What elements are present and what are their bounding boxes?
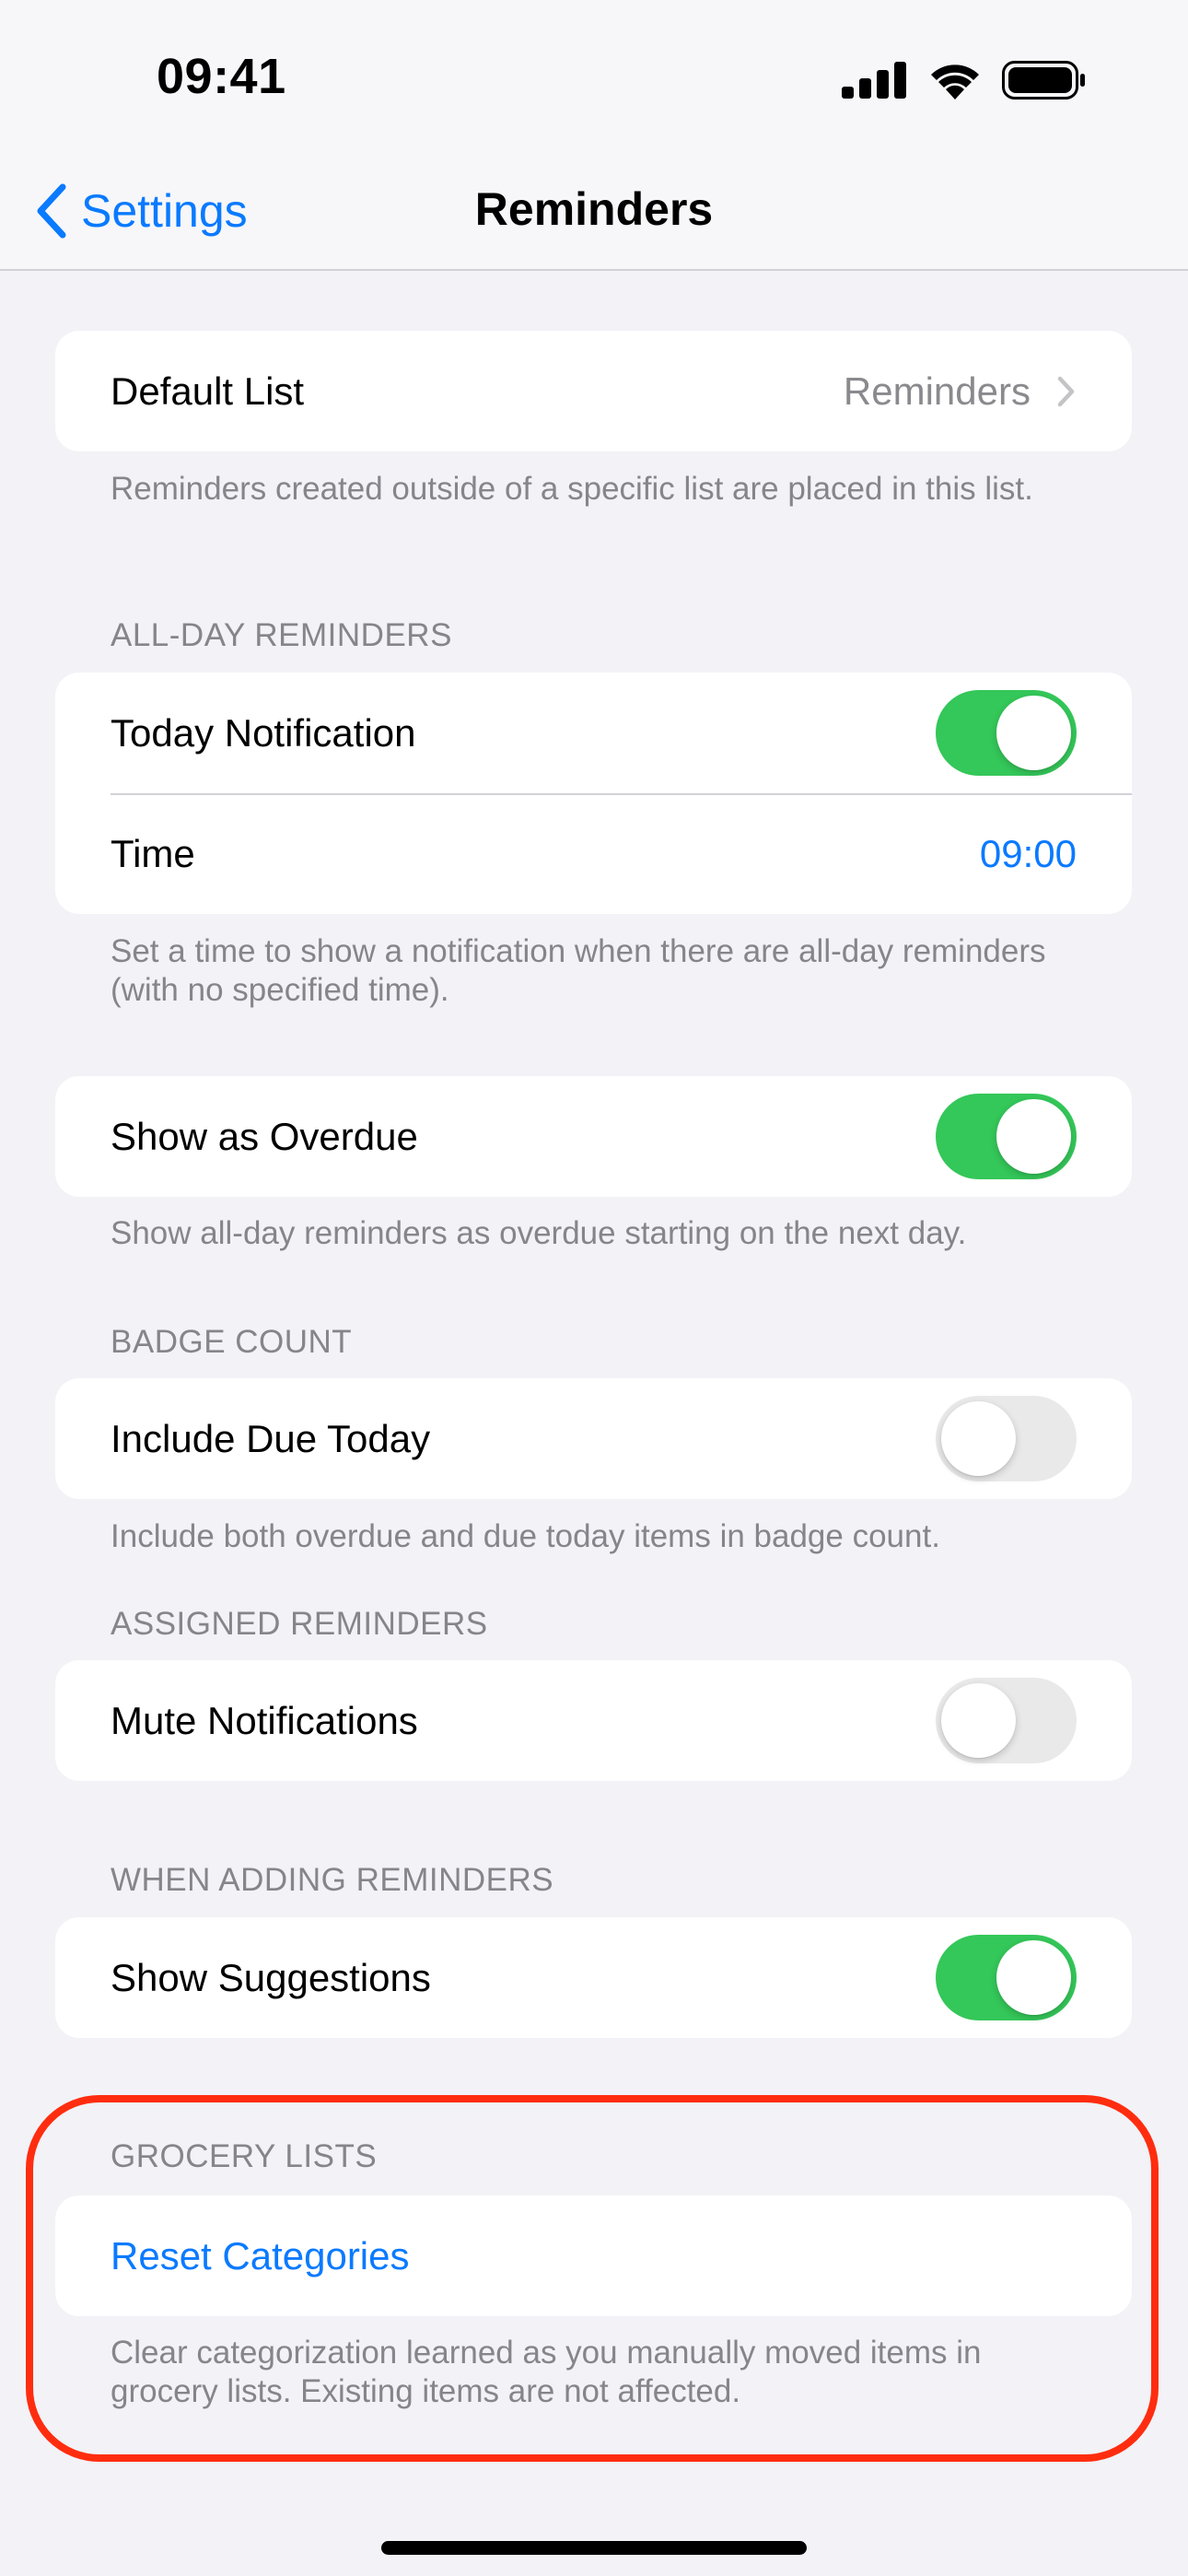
default-list-group: Default List Reminders (55, 331, 1132, 451)
show-suggestions-toggle[interactable] (936, 1935, 1077, 2020)
show-suggestions-label: Show Suggestions (111, 1955, 431, 1999)
home-indicator[interactable] (381, 2541, 807, 2555)
toggle-knob (996, 1099, 1071, 1174)
show-as-overdue-label: Show as Overdue (111, 1114, 418, 1158)
grocery-lists-header: GROCERY LISTS (111, 2138, 378, 2174)
assigned-reminders-group: Mute Notifications (55, 1660, 1132, 1781)
all-day-reminders-group: Today Notification Time 09:00 (55, 673, 1132, 914)
toggle-knob (941, 1683, 1016, 1758)
when-adding-reminders-group: Show Suggestions (55, 1917, 1132, 2038)
show-suggestions-row: Show Suggestions (55, 1917, 1132, 2038)
overdue-group: Show as Overdue (55, 1076, 1132, 1197)
status-bar: 09:41 (0, 0, 1188, 157)
all-day-reminders-footer: Set a time to show a notification when t… (111, 933, 1046, 1008)
today-notification-label: Today Notification (111, 710, 416, 755)
page-title: Reminders (474, 183, 714, 235)
reset-categories-row[interactable]: Reset Categories (55, 2195, 1132, 2316)
reset-categories-button[interactable]: Reset Categories (111, 2234, 1077, 2278)
show-as-overdue-row: Show as Overdue (55, 1076, 1132, 1197)
mute-notifications-label: Mute Notifications (111, 1698, 418, 1742)
include-due-today-row: Include Due Today (55, 1378, 1132, 1499)
when-adding-reminders-header: WHEN ADDING REMINDERS (111, 1862, 554, 1898)
chevron-right-icon (1056, 375, 1077, 408)
assigned-reminders-header: ASSIGNED REMINDERS (111, 1606, 488, 1642)
badge-count-footer: Include both overdue and due today items… (111, 1518, 940, 1554)
include-due-today-label: Include Due Today (111, 1416, 431, 1460)
mute-notifications-row: Mute Notifications (55, 1660, 1132, 1781)
default-list-footer: Reminders created outside of a specific … (111, 471, 1033, 507)
battery-icon (1002, 61, 1085, 100)
toggle-knob (996, 1940, 1071, 2015)
toggle-knob (941, 1401, 1016, 1476)
time-label: Time (111, 831, 195, 875)
all-day-reminders-header: ALL-DAY REMINDERS (111, 617, 452, 653)
cellular-signal-icon (842, 62, 906, 99)
default-list-label: Default List (111, 369, 305, 413)
time-value[interactable]: 09:00 (980, 832, 1077, 876)
toggle-knob (996, 696, 1071, 770)
overdue-footer: Show all-day reminders as overdue starti… (111, 1215, 967, 1251)
badge-count-group: Include Due Today (55, 1378, 1132, 1499)
default-list-value: Reminders (843, 369, 1031, 413)
time-row[interactable]: Time 09:00 (55, 793, 1132, 914)
show-as-overdue-toggle[interactable] (936, 1094, 1077, 1179)
badge-count-header: BADGE COUNT (111, 1324, 353, 1360)
navigation-bar: Settings Reminders (0, 157, 1188, 271)
grocery-lists-footer: Clear categorization learned as you manu… (111, 2335, 982, 2409)
grocery-lists-group: Reset Categories (55, 2195, 1132, 2316)
status-icons (842, 57, 1087, 103)
today-notification-row: Today Notification (55, 673, 1132, 793)
status-time: 09:41 (157, 49, 286, 104)
include-due-today-toggle[interactable] (936, 1396, 1077, 1481)
wifi-icon (931, 64, 979, 100)
today-notification-toggle[interactable] (936, 690, 1077, 776)
mute-notifications-toggle[interactable] (936, 1678, 1077, 1763)
default-list-row[interactable]: Default List Reminders (55, 331, 1132, 451)
